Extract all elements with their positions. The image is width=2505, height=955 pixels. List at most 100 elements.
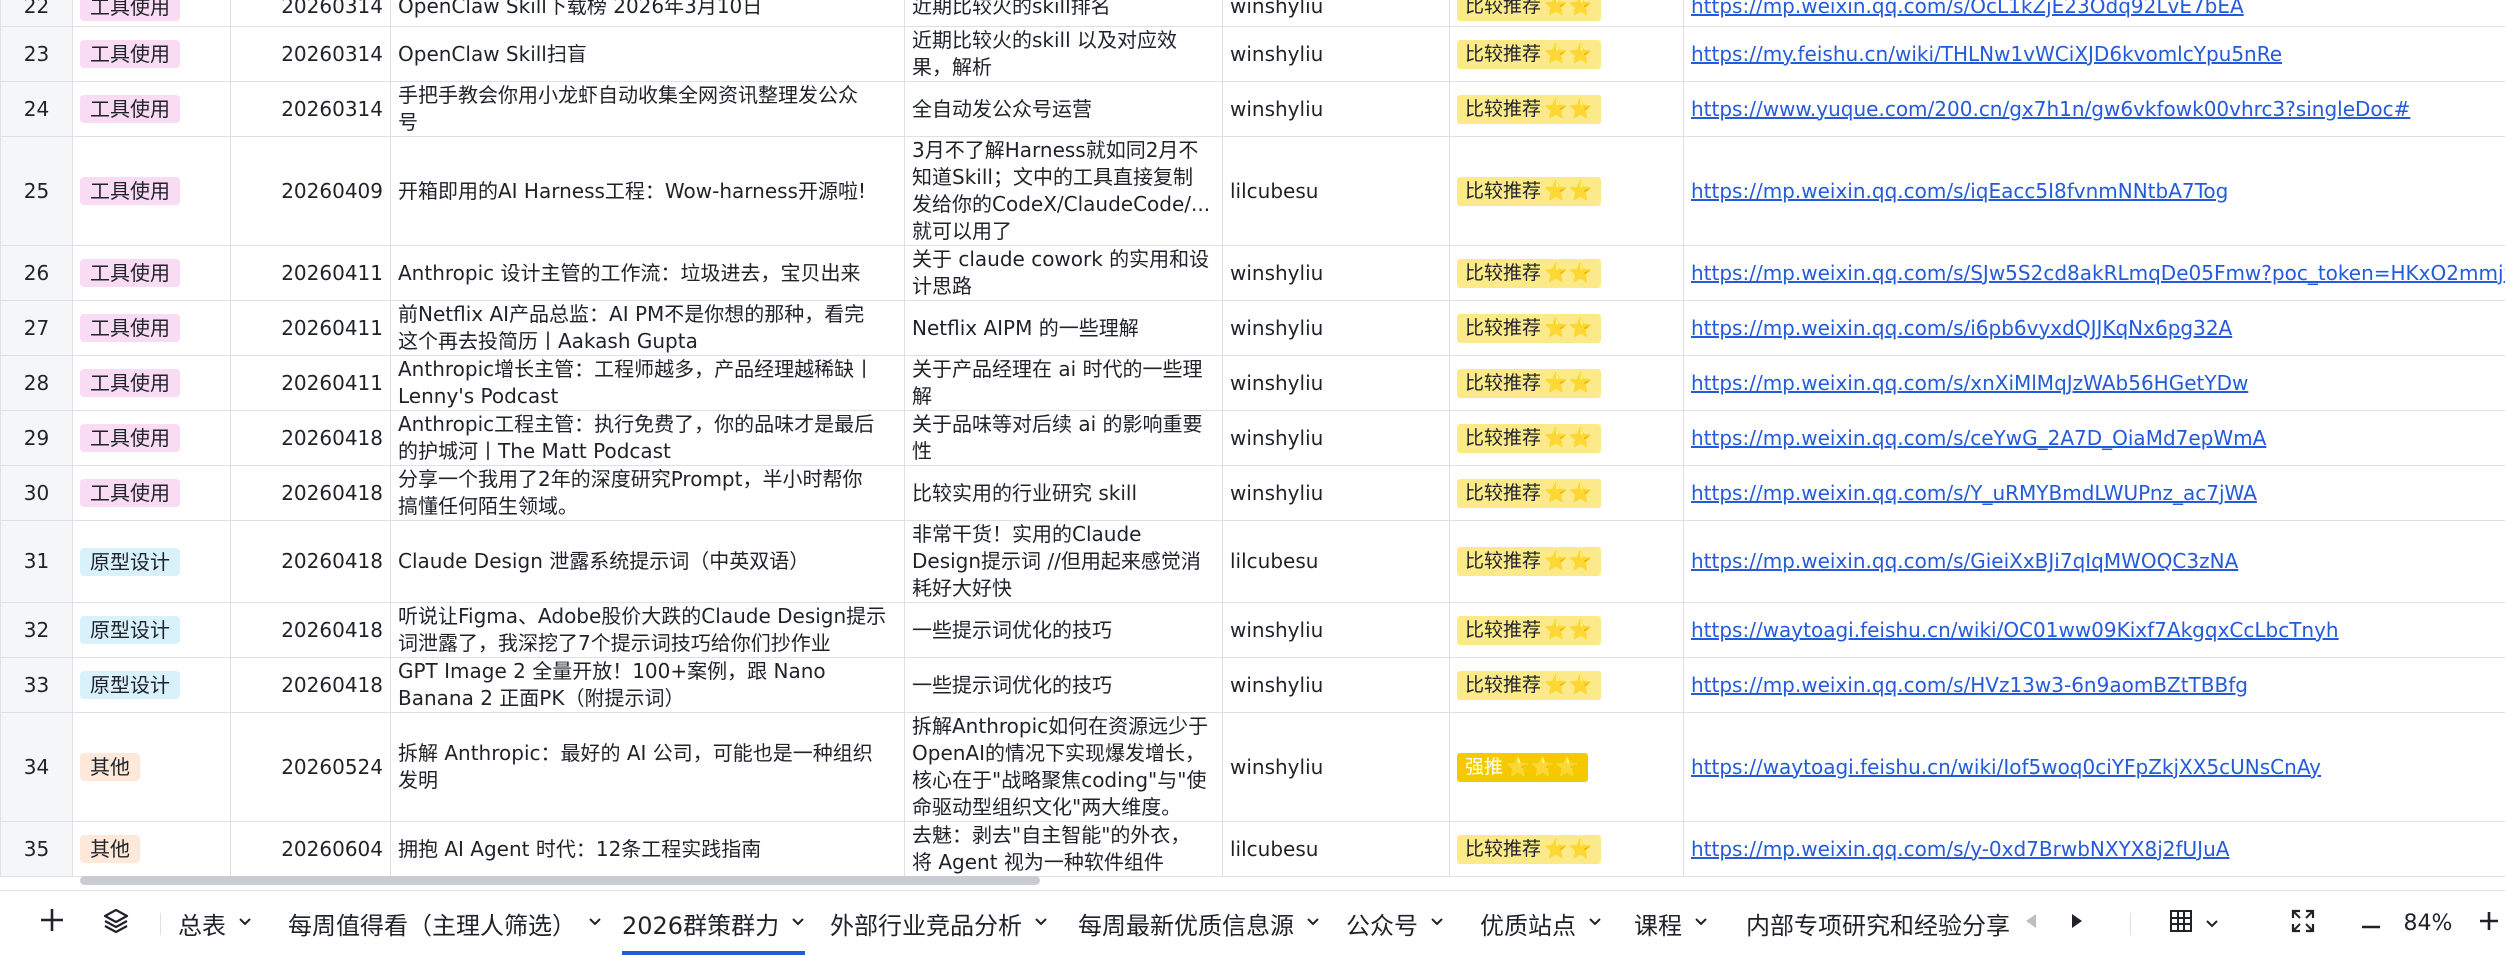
table-row[interactable]: 26工具使用20260411Anthropic 设计主管的工作流：垃圾进去，宝贝… [1, 246, 2505, 301]
article-link[interactable]: https://mp.weixin.qq.com/s/OcL1kZjE23Odq… [1691, 0, 2244, 18]
description-cell[interactable]: 去魅：剥去"自主智能"的外衣，将 Agent 视为一种软件组件 [905, 822, 1223, 877]
date-cell[interactable]: 20260524 [231, 713, 391, 822]
tab-scroll-right-button[interactable] [2062, 891, 2092, 955]
article-link[interactable]: https://mp.weixin.qq.com/s/iqEacc5I8fvnm… [1691, 179, 2228, 203]
title-cell[interactable]: 手把手教会你用小龙虾自动收集全网资讯整理发公众号 [391, 82, 905, 137]
author-cell[interactable]: winshyliu [1223, 27, 1450, 82]
spreadsheet-grid[interactable]: 22工具使用20260314OpenClaw Skill下载榜 2026年3月1… [0, 0, 2505, 890]
zoom-in-button[interactable] [2474, 891, 2504, 955]
date-cell[interactable]: 20260411 [231, 301, 391, 356]
rating-cell[interactable]: 比较推荐⭐⭐ [1450, 411, 1684, 466]
description-cell[interactable]: 关于 claude cowork 的实用和设计思路 [905, 246, 1223, 301]
rating-cell[interactable]: 比较推荐⭐⭐ [1450, 356, 1684, 411]
rating-cell[interactable]: 比较推荐⭐⭐ [1450, 466, 1684, 521]
category-cell[interactable]: 工具使用 [73, 356, 231, 411]
table-row[interactable]: 33原型设计20260418GPT Image 2 全量开放！100+案例，跟 … [1, 658, 2505, 713]
article-link[interactable]: https://mp.weixin.qq.com/s/i6pb6vyxdQJJK… [1691, 316, 2232, 340]
description-cell[interactable]: 近期比较火的skill排名 [905, 0, 1223, 27]
link-cell[interactable]: https://mp.weixin.qq.com/s/HVz13w3-6n9ao… [1684, 658, 2505, 713]
table-row[interactable]: 22工具使用20260314OpenClaw Skill下载榜 2026年3月1… [1, 0, 2505, 27]
date-cell[interactable]: 20260418 [231, 411, 391, 466]
article-link[interactable]: https://waytoagi.feishu.cn/wiki/OC01ww09… [1691, 618, 2339, 642]
sheet-tab[interactable]: 2026群策群力 [622, 891, 805, 955]
rating-cell[interactable]: 比较推荐⭐⭐ [1450, 27, 1684, 82]
link-cell[interactable]: https://my.feishu.cn/wiki/THLNw1vWCiXJD6… [1684, 27, 2505, 82]
description-cell[interactable]: 3月不了解Harness就如同2月不知道Skill；文中的工具直接复制发给你的C… [905, 137, 1223, 246]
link-cell[interactable]: https://waytoagi.feishu.cn/wiki/OC01ww09… [1684, 603, 2505, 658]
article-link[interactable]: https://mp.weixin.qq.com/s/HVz13w3-6n9ao… [1691, 673, 2248, 697]
article-link[interactable]: https://www.yuque.com/200.cn/gx7h1n/gw6v… [1691, 97, 2410, 121]
author-cell[interactable]: winshyliu [1223, 603, 1450, 658]
sheet-tab[interactable]: 优质站点 [1480, 891, 1602, 955]
title-cell[interactable]: 拥抱 AI Agent 时代：12条工程实践指南 [391, 822, 905, 877]
rating-cell[interactable]: 比较推荐⭐⭐ [1450, 137, 1684, 246]
chevron-down-icon[interactable] [1034, 915, 1048, 931]
description-cell[interactable]: 关于产品经理在 ai 时代的一些理解 [905, 356, 1223, 411]
article-link[interactable]: https://mp.weixin.qq.com/s/SJw5S2cd8akRL… [1691, 261, 2505, 285]
author-cell[interactable]: winshyliu [1223, 411, 1450, 466]
link-cell[interactable]: https://www.yuque.com/200.cn/gx7h1n/gw6v… [1684, 82, 2505, 137]
table-row[interactable]: 34其他20260524拆解 Anthropic：最好的 AI 公司，可能也是一… [1, 713, 2505, 822]
sheet-tab[interactable]: 总表 [178, 891, 252, 955]
link-cell[interactable]: https://mp.weixin.qq.com/s/SJw5S2cd8akRL… [1684, 246, 2505, 301]
add-sheet-button[interactable] [32, 891, 72, 955]
table-row[interactable]: 27工具使用20260411前Netflix AI产品总监：AI PM不是你想的… [1, 301, 2505, 356]
date-cell[interactable]: 20260314 [231, 82, 391, 137]
article-link[interactable]: https://my.feishu.cn/wiki/THLNw1vWCiXJD6… [1691, 42, 2282, 66]
author-cell[interactable]: winshyliu [1223, 0, 1450, 27]
sheet-tab[interactable]: 公众号 [1346, 891, 1444, 955]
title-cell[interactable]: 前Netflix AI产品总监：AI PM不是你想的那种，看完这个再去投简历丨A… [391, 301, 905, 356]
date-cell[interactable]: 20260409 [231, 137, 391, 246]
date-cell[interactable]: 20260418 [231, 521, 391, 603]
rating-cell[interactable]: 比较推荐⭐⭐ [1450, 658, 1684, 713]
link-cell[interactable]: https://mp.weixin.qq.com/s/i6pb6vyxdQJJK… [1684, 301, 2505, 356]
title-cell[interactable]: 拆解 Anthropic：最好的 AI 公司，可能也是一种组织发明 [391, 713, 905, 822]
chevron-down-icon[interactable] [1430, 915, 1444, 931]
chevron-down-icon[interactable] [1588, 915, 1602, 931]
author-cell[interactable]: winshyliu [1223, 658, 1450, 713]
table-row[interactable]: 31原型设计20260418Claude Design 泄露系统提示词（中英双语… [1, 521, 2505, 603]
category-cell[interactable]: 工具使用 [73, 0, 231, 27]
link-cell[interactable]: https://mp.weixin.qq.com/s/GieiXxBJi7qIq… [1684, 521, 2505, 603]
rating-cell[interactable]: 比较推荐⭐⭐ [1450, 0, 1684, 27]
horizontal-scrollbar[interactable] [80, 876, 1040, 885]
table-row[interactable]: 24工具使用20260314手把手教会你用小龙虾自动收集全网资讯整理发公众号全自… [1, 82, 2505, 137]
author-cell[interactable]: lilcubesu [1223, 521, 1450, 603]
article-link[interactable]: https://mp.weixin.qq.com/s/GieiXxBJi7qIq… [1691, 549, 2238, 573]
title-cell[interactable]: 分享一个我用了2年的深度研究Prompt，半小时帮你搞懂任何陌生领域。 [391, 466, 905, 521]
sheet-tab[interactable]: 课程 [1634, 891, 1708, 955]
sheet-tab[interactable]: 外部行业竞品分析 [830, 891, 1048, 955]
title-cell[interactable]: Anthropic增长主管：工程师越多，产品经理越稀缺丨Lenny's Podc… [391, 356, 905, 411]
sheet-tab[interactable]: 每周最新优质信息源 [1078, 891, 1320, 955]
author-cell[interactable]: lilcubesu [1223, 137, 1450, 246]
description-cell[interactable]: 关于品味等对后续 ai 的影响重要性 [905, 411, 1223, 466]
link-cell[interactable]: https://waytoagi.feishu.cn/wiki/Iof5woq0… [1684, 713, 2505, 822]
description-cell[interactable]: 非常干货！实用的ClaudeDesign提示词 //但用起来感觉消耗好大好快 [905, 521, 1223, 603]
link-cell[interactable]: https://mp.weixin.qq.com/s/xnXiMlMqJzWAb… [1684, 356, 2505, 411]
table-row[interactable]: 35其他20260604拥抱 AI Agent 时代：12条工程实践指南去魅：剥… [1, 822, 2505, 877]
date-cell[interactable]: 20260418 [231, 466, 391, 521]
rating-cell[interactable]: 强推⭐⭐⭐ [1450, 713, 1684, 822]
date-cell[interactable]: 20260418 [231, 658, 391, 713]
author-cell[interactable]: lilcubesu [1223, 822, 1450, 877]
description-cell[interactable]: 一些提示词优化的技巧 [905, 603, 1223, 658]
author-cell[interactable]: winshyliu [1223, 301, 1450, 356]
zoom-out-button[interactable] [2356, 891, 2386, 955]
rating-cell[interactable]: 比较推荐⭐⭐ [1450, 822, 1684, 877]
description-cell[interactable]: 一些提示词优化的技巧 [905, 658, 1223, 713]
category-cell[interactable]: 工具使用 [73, 246, 231, 301]
freeze-grid-button[interactable] [2164, 891, 2224, 955]
date-cell[interactable]: 20260418 [231, 603, 391, 658]
title-cell[interactable]: Anthropic 设计主管的工作流：垃圾进去，宝贝出来 [391, 246, 905, 301]
rating-cell[interactable]: 比较推荐⭐⭐ [1450, 246, 1684, 301]
tab-scroll-left-button[interactable] [2016, 891, 2046, 955]
table-row[interactable]: 25工具使用20260409开箱即用的AI Harness工程：Wow-harn… [1, 137, 2505, 246]
category-cell[interactable]: 工具使用 [73, 411, 231, 466]
chevron-down-icon[interactable] [238, 915, 252, 931]
link-cell[interactable]: https://mp.weixin.qq.com/s/iqEacc5I8fvnm… [1684, 137, 2505, 246]
category-cell[interactable]: 工具使用 [73, 466, 231, 521]
date-cell[interactable]: 20260314 [231, 0, 391, 27]
chevron-down-icon[interactable] [1306, 915, 1320, 931]
category-cell[interactable]: 原型设计 [73, 603, 231, 658]
date-cell[interactable]: 20260314 [231, 27, 391, 82]
